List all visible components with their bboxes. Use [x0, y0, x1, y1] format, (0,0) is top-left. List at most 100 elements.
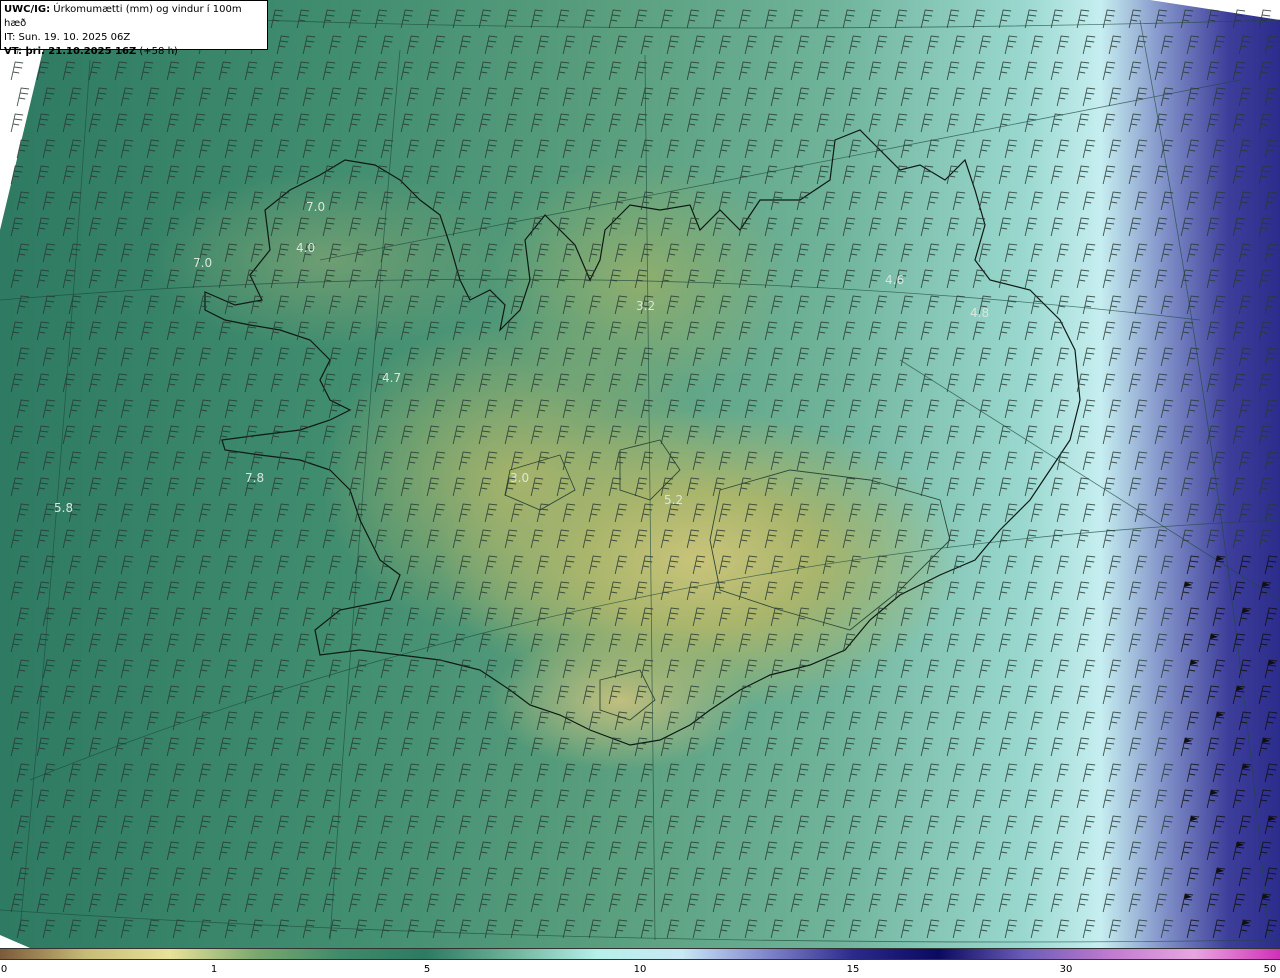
model-name: UWC/IG: — [4, 4, 51, 15]
wind-barb — [62, 737, 76, 757]
value-label: 7.8 — [245, 471, 265, 485]
wind-barb — [36, 477, 50, 497]
wind-barb — [770, 763, 784, 783]
wind-barb — [1108, 919, 1122, 939]
wind-barb — [972, 737, 986, 757]
wind-barb — [1082, 867, 1096, 887]
wind-barb — [536, 555, 550, 575]
wind-barb — [536, 607, 550, 627]
wind-barb — [790, 685, 804, 705]
wind-barb — [972, 9, 986, 29]
wind-barb — [1050, 269, 1064, 289]
wind-barb — [1186, 295, 1200, 315]
wind-barb — [868, 633, 882, 653]
wind-barb — [900, 867, 914, 887]
wind-barb — [1134, 191, 1148, 211]
wind-barb — [874, 815, 888, 835]
wind-barb — [1076, 893, 1090, 913]
wind-barb — [1050, 373, 1064, 393]
wind-barb — [1108, 503, 1122, 523]
wind-barb — [972, 165, 986, 185]
wind-barb — [686, 633, 700, 653]
wind-barb — [426, 893, 440, 913]
wind-barb — [458, 815, 472, 835]
wind-barb — [114, 529, 128, 549]
wind-barb — [1264, 35, 1278, 55]
wind-barb — [1102, 9, 1116, 29]
wind-barb — [146, 87, 160, 107]
wind-barb — [816, 9, 830, 29]
wind-barb — [796, 347, 810, 367]
wind-barb — [94, 243, 108, 263]
wind-barb — [1160, 607, 1174, 627]
wind-barb — [296, 373, 310, 393]
wind-barb — [764, 581, 778, 601]
wind-barb — [192, 217, 206, 237]
wind-barb — [868, 581, 882, 601]
wind-barb — [686, 9, 700, 29]
wind-barb — [172, 711, 186, 731]
wind-barb — [1212, 243, 1226, 263]
wind-barb — [614, 607, 628, 627]
wind-barb — [822, 503, 836, 523]
wind-barb — [484, 347, 498, 367]
wind-barb — [1056, 35, 1070, 55]
wind-barb — [218, 477, 232, 497]
wind-barb — [192, 321, 206, 341]
wind-barb — [894, 373, 908, 393]
wind-barb — [42, 87, 56, 107]
wind-barb — [1258, 789, 1272, 809]
wind-barb — [738, 113, 752, 133]
wind-barb — [62, 113, 76, 133]
wind-barb — [1238, 659, 1252, 679]
wind-barb — [94, 867, 108, 887]
wind-barb — [660, 737, 674, 757]
wind-barb — [1024, 841, 1038, 861]
wind-barb — [400, 113, 414, 133]
wind-barb — [822, 35, 836, 55]
wind-barb — [848, 451, 862, 471]
wind-barb — [1134, 919, 1148, 939]
wind-barb — [1238, 243, 1252, 263]
wind-barb — [1004, 659, 1018, 679]
wind-barb — [1024, 477, 1038, 497]
wind-barb — [1082, 347, 1096, 367]
wind-barb — [114, 113, 128, 133]
wind-barb — [10, 737, 24, 757]
wind-barb — [1232, 373, 1246, 393]
wind-barb — [816, 217, 830, 237]
wind-barb — [634, 789, 648, 809]
wind-barb — [1082, 35, 1096, 55]
wind-barb — [1264, 503, 1278, 523]
wind-barb — [816, 61, 830, 81]
wind-barb — [712, 269, 726, 289]
wind-barb — [88, 529, 102, 549]
wind-barb — [484, 607, 498, 627]
wind-barb — [556, 425, 570, 445]
wind-barb — [562, 347, 576, 367]
wind-barb — [166, 373, 180, 393]
wind-barb — [660, 269, 674, 289]
wind-barb — [920, 789, 934, 809]
wind-barb — [744, 243, 758, 263]
wind-barb — [926, 555, 940, 575]
wind-barb — [686, 789, 700, 809]
wind-barb — [1056, 763, 1070, 783]
wind-barb — [894, 477, 908, 497]
wind-barb — [796, 555, 810, 575]
wind-barb — [452, 685, 466, 705]
wind-barb — [972, 373, 986, 393]
wind-barb — [608, 633, 622, 653]
wind-barb — [946, 61, 960, 81]
wind-barb — [1160, 139, 1174, 159]
wind-barb — [302, 711, 316, 731]
wind-barb — [848, 243, 862, 263]
wind-barb — [582, 61, 596, 81]
wind-barb — [120, 503, 134, 523]
domain-mask — [0, 935, 30, 948]
wind-barb — [1238, 451, 1252, 471]
wind-barb — [166, 789, 180, 809]
wind-barb — [432, 763, 446, 783]
wind-barb — [140, 893, 154, 913]
wind-barb — [946, 477, 960, 497]
